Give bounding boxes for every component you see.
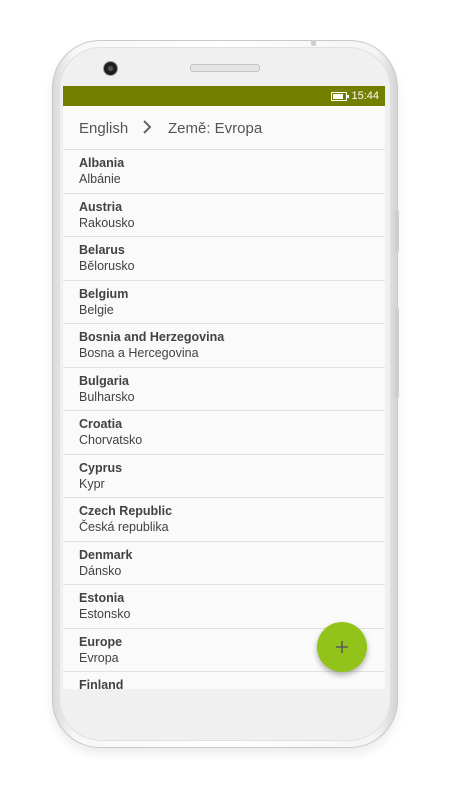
country-translation: Chorvatsko xyxy=(79,433,143,447)
country-name: Albania xyxy=(79,156,125,170)
list-item[interactable]: Denmark Dánsko xyxy=(63,542,385,585)
country-name: Finland xyxy=(79,678,124,689)
volume-button xyxy=(311,40,316,46)
list-item[interactable]: Belarus Bělorusko xyxy=(63,237,385,281)
list-item[interactable]: Albania Albánie xyxy=(63,150,385,194)
country-name: Estonia xyxy=(79,591,125,605)
front-camera xyxy=(103,61,118,76)
country-translation: Bosna a Hercegovina xyxy=(79,346,199,360)
country-translation: Estonsko xyxy=(79,607,131,621)
plus-icon xyxy=(336,641,348,653)
country-name: Denmark xyxy=(79,547,133,562)
list-item[interactable]: Bulgaria Bulharsko xyxy=(63,368,385,411)
list-item[interactable]: Belgium Belgie xyxy=(63,281,385,324)
breadcrumb: English Země: Evropa xyxy=(63,106,385,150)
breadcrumb-current[interactable]: Země: Evropa xyxy=(168,120,262,137)
country-translation: Kypr xyxy=(79,476,105,491)
country-translation: Bulharsko xyxy=(79,389,135,404)
country-name: Austria xyxy=(79,199,123,214)
list-item[interactable]: Cyprus Kypr xyxy=(63,455,385,498)
country-translation: Česká republika xyxy=(79,520,169,534)
app-screen: 15:44 English Země: Evropa Albania Albáni… xyxy=(63,86,385,689)
country-translation: Bělorusko xyxy=(79,259,135,273)
chevron-right-icon xyxy=(143,120,152,134)
status-bar: 15:44 xyxy=(63,86,385,106)
side-button-lower xyxy=(395,308,399,398)
add-button[interactable] xyxy=(317,622,367,672)
country-translation: Albánie xyxy=(79,172,121,186)
side-button-upper xyxy=(395,210,399,252)
country-name: Czech Republic xyxy=(79,504,173,518)
list-item[interactable]: Finland xyxy=(63,672,385,689)
list-item[interactable]: Austria Rakousko xyxy=(63,194,385,237)
country-name: Bulgaria xyxy=(79,373,130,388)
earpiece-speaker xyxy=(190,64,260,72)
country-list: Albania Albánie Austria Rakousko Belarus Bělo… xyxy=(63,150,385,689)
country-translation: Belgie xyxy=(79,302,114,317)
breadcrumb-root[interactable]: English xyxy=(79,120,128,137)
country-translation: Rakousko xyxy=(79,215,135,230)
list-item[interactable]: Bosnia and Herzegovina Bosna a Hercegovin… xyxy=(63,324,385,368)
country-translation: Dánsko xyxy=(79,563,122,578)
country-name: Belarus xyxy=(79,243,125,257)
country-name: Belgium xyxy=(79,286,129,301)
country-name: Croatia xyxy=(79,417,123,431)
country-name: Bosnia and Herzegovina xyxy=(79,330,225,344)
status-time: 15:44 xyxy=(351,90,379,102)
battery-icon xyxy=(331,92,349,101)
battery-level xyxy=(333,94,343,99)
list-item[interactable]: Czech Republic Česká republika xyxy=(63,498,385,542)
list-item[interactable]: Croatia Chorvatsko xyxy=(63,411,385,455)
country-name: Cyprus xyxy=(79,460,123,475)
